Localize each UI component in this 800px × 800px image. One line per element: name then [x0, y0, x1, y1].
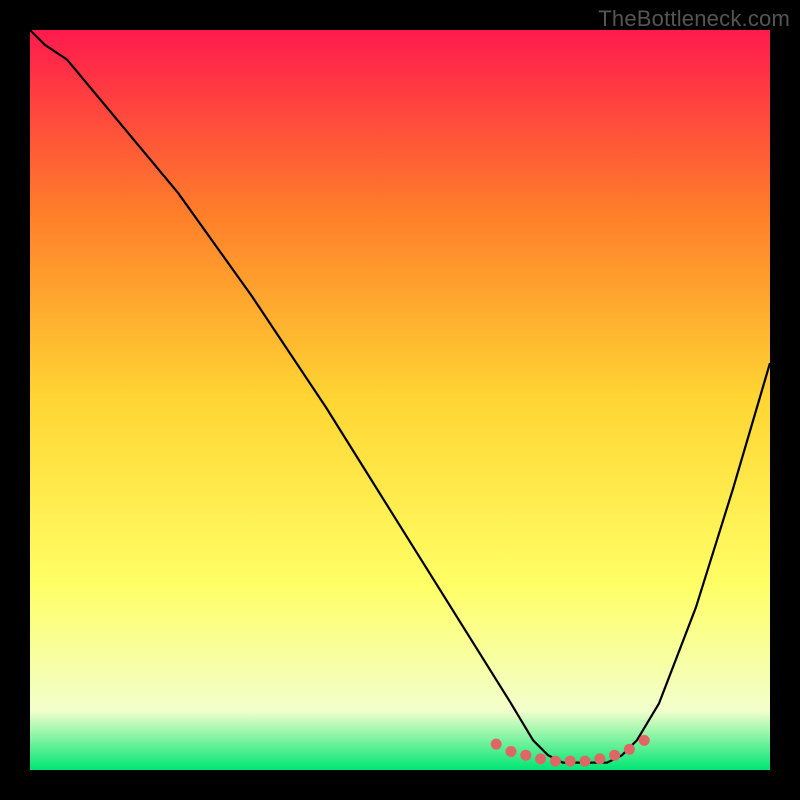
marker-dot — [624, 744, 635, 755]
marker-dot — [491, 739, 502, 750]
marker-dot — [550, 756, 561, 767]
chart-plot — [30, 30, 770, 770]
watermark-text: TheBottleneck.com — [598, 6, 790, 32]
chart-container: TheBottleneck.com — [0, 0, 800, 800]
marker-dot — [565, 756, 576, 767]
marker-dot — [520, 750, 531, 761]
marker-dot — [535, 753, 546, 764]
marker-dot — [639, 735, 650, 746]
chart-svg — [30, 30, 770, 770]
marker-dot — [609, 750, 620, 761]
gradient-background — [30, 30, 770, 770]
marker-dot — [506, 746, 517, 757]
marker-dot — [580, 756, 591, 767]
marker-dot — [594, 753, 605, 764]
